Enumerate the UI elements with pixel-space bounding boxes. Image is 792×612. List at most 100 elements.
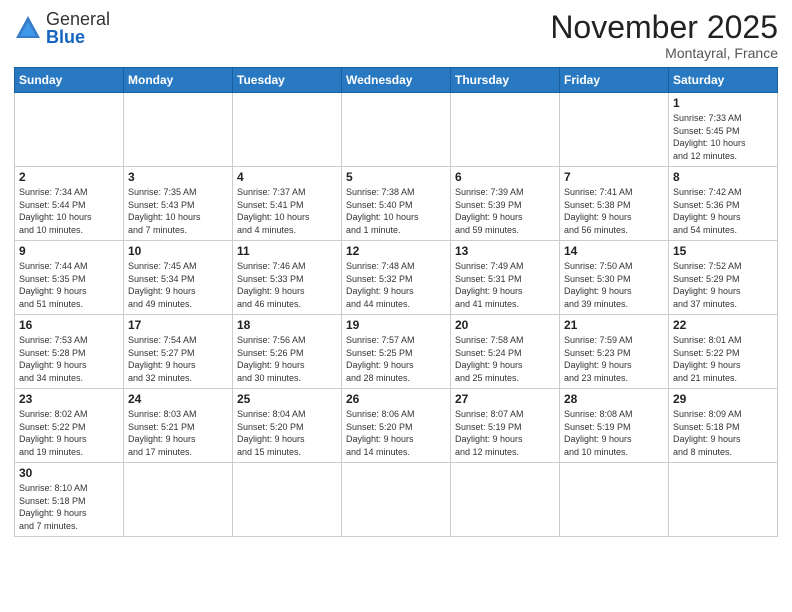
day-cell: 10Sunrise: 7:45 AM Sunset: 5:34 PM Dayli… bbox=[124, 241, 233, 315]
day-number: 6 bbox=[455, 170, 555, 184]
day-cell: 30 Sunrise: 8:10 AM Sunset: 5:18 PM Dayli… bbox=[15, 463, 124, 536]
day-number: 1 bbox=[673, 96, 773, 110]
day-number: 23 bbox=[19, 392, 119, 406]
day-cell bbox=[233, 93, 342, 167]
weekday-header-tuesday: Tuesday bbox=[233, 68, 342, 93]
title-block: November 2025 Montayral, France bbox=[550, 10, 778, 61]
day-cell: 7Sunrise: 7:41 AM Sunset: 5:38 PM Daylig… bbox=[560, 167, 669, 241]
day-cell: 18 Sunrise: 7:56 AM Sunset: 5:26 PM Dayli… bbox=[233, 315, 342, 389]
day-info: Sunrise: 7:33 AM Sunset: 5:45 PM Dayligh… bbox=[673, 112, 773, 162]
day-cell: 27 Sunrise: 8:07 AM Sunset: 5:19 PM Dayli… bbox=[451, 389, 560, 463]
day-cell bbox=[124, 463, 233, 536]
day-cell bbox=[342, 463, 451, 536]
page: General Blue November 2025 Montayral, Fr… bbox=[0, 0, 792, 612]
day-cell: 15 Sunrise: 7:52 AM Sunset: 5:29 PM Dayli… bbox=[669, 241, 778, 315]
day-cell bbox=[669, 463, 778, 536]
day-info: Sunrise: 8:03 AM Sunset: 5:21 PM Dayligh… bbox=[128, 408, 228, 458]
day-info: Sunrise: 7:50 AM Sunset: 5:30 PM Dayligh… bbox=[564, 260, 664, 310]
day-info: Sunrise: 7:46 AM Sunset: 5:33 PM Dayligh… bbox=[237, 260, 337, 310]
weekday-header-friday: Friday bbox=[560, 68, 669, 93]
day-info: Sunrise: 7:58 AM Sunset: 5:24 PM Dayligh… bbox=[455, 334, 555, 384]
day-info: Sunrise: 7:49 AM Sunset: 5:31 PM Dayligh… bbox=[455, 260, 555, 310]
day-number: 15 bbox=[673, 244, 773, 258]
day-cell: 21 Sunrise: 7:59 AM Sunset: 5:23 PM Dayli… bbox=[560, 315, 669, 389]
day-info: Sunrise: 7:35 AM Sunset: 5:43 PM Dayligh… bbox=[128, 186, 228, 236]
day-info: Sunrise: 7:45 AM Sunset: 5:34 PM Dayligh… bbox=[128, 260, 228, 310]
day-info: Sunrise: 8:10 AM Sunset: 5:18 PM Dayligh… bbox=[19, 482, 119, 532]
day-number: 17 bbox=[128, 318, 228, 332]
day-number: 20 bbox=[455, 318, 555, 332]
logo: General Blue bbox=[14, 10, 110, 46]
day-cell bbox=[451, 93, 560, 167]
day-info: Sunrise: 7:48 AM Sunset: 5:32 PM Dayligh… bbox=[346, 260, 446, 310]
day-cell: 2Sunrise: 7:34 AM Sunset: 5:44 PM Daylig… bbox=[15, 167, 124, 241]
week-row-2: 9Sunrise: 7:44 AM Sunset: 5:35 PM Daylig… bbox=[15, 241, 778, 315]
day-info: Sunrise: 7:59 AM Sunset: 5:23 PM Dayligh… bbox=[564, 334, 664, 384]
day-cell: 22Sunrise: 8:01 AM Sunset: 5:22 PM Dayli… bbox=[669, 315, 778, 389]
day-number: 5 bbox=[346, 170, 446, 184]
day-cell: 3 Sunrise: 7:35 AM Sunset: 5:43 PM Daylig… bbox=[124, 167, 233, 241]
day-info: Sunrise: 7:54 AM Sunset: 5:27 PM Dayligh… bbox=[128, 334, 228, 384]
day-info: Sunrise: 8:06 AM Sunset: 5:20 PM Dayligh… bbox=[346, 408, 446, 458]
day-info: Sunrise: 8:08 AM Sunset: 5:19 PM Dayligh… bbox=[564, 408, 664, 458]
day-number: 7 bbox=[564, 170, 664, 184]
day-number: 3 bbox=[128, 170, 228, 184]
day-info: Sunrise: 7:57 AM Sunset: 5:25 PM Dayligh… bbox=[346, 334, 446, 384]
day-cell bbox=[451, 463, 560, 536]
day-cell: 29 Sunrise: 8:09 AM Sunset: 5:18 PM Dayli… bbox=[669, 389, 778, 463]
day-info: Sunrise: 7:56 AM Sunset: 5:26 PM Dayligh… bbox=[237, 334, 337, 384]
day-cell: 11 Sunrise: 7:46 AM Sunset: 5:33 PM Dayli… bbox=[233, 241, 342, 315]
week-row-0: 1 Sunrise: 7:33 AM Sunset: 5:45 PM Daylig… bbox=[15, 93, 778, 167]
day-info: Sunrise: 7:39 AM Sunset: 5:39 PM Dayligh… bbox=[455, 186, 555, 236]
day-number: 29 bbox=[673, 392, 773, 406]
day-cell: 8 Sunrise: 7:42 AM Sunset: 5:36 PM Daylig… bbox=[669, 167, 778, 241]
day-cell: 25 Sunrise: 8:04 AM Sunset: 5:20 PM Dayli… bbox=[233, 389, 342, 463]
day-number: 21 bbox=[564, 318, 664, 332]
day-cell bbox=[342, 93, 451, 167]
day-cell: 5Sunrise: 7:38 AM Sunset: 5:40 PM Daylig… bbox=[342, 167, 451, 241]
day-info: Sunrise: 7:53 AM Sunset: 5:28 PM Dayligh… bbox=[19, 334, 119, 384]
day-cell: 26Sunrise: 8:06 AM Sunset: 5:20 PM Dayli… bbox=[342, 389, 451, 463]
day-info: Sunrise: 7:42 AM Sunset: 5:36 PM Dayligh… bbox=[673, 186, 773, 236]
day-cell: 6 Sunrise: 7:39 AM Sunset: 5:39 PM Daylig… bbox=[451, 167, 560, 241]
day-info: Sunrise: 8:09 AM Sunset: 5:18 PM Dayligh… bbox=[673, 408, 773, 458]
day-info: Sunrise: 7:52 AM Sunset: 5:29 PM Dayligh… bbox=[673, 260, 773, 310]
day-number: 18 bbox=[237, 318, 337, 332]
calendar: SundayMondayTuesdayWednesdayThursdayFrid… bbox=[14, 67, 778, 536]
day-cell: 19Sunrise: 7:57 AM Sunset: 5:25 PM Dayli… bbox=[342, 315, 451, 389]
day-info: Sunrise: 8:04 AM Sunset: 5:20 PM Dayligh… bbox=[237, 408, 337, 458]
week-row-1: 2Sunrise: 7:34 AM Sunset: 5:44 PM Daylig… bbox=[15, 167, 778, 241]
week-row-3: 16Sunrise: 7:53 AM Sunset: 5:28 PM Dayli… bbox=[15, 315, 778, 389]
day-cell: 1 Sunrise: 7:33 AM Sunset: 5:45 PM Daylig… bbox=[669, 93, 778, 167]
logo-text: General Blue bbox=[46, 10, 110, 46]
day-cell: 20 Sunrise: 7:58 AM Sunset: 5:24 PM Dayli… bbox=[451, 315, 560, 389]
day-cell: 17 Sunrise: 7:54 AM Sunset: 5:27 PM Dayli… bbox=[124, 315, 233, 389]
day-cell: 24Sunrise: 8:03 AM Sunset: 5:21 PM Dayli… bbox=[124, 389, 233, 463]
week-row-5: 30 Sunrise: 8:10 AM Sunset: 5:18 PM Dayli… bbox=[15, 463, 778, 536]
day-cell bbox=[560, 93, 669, 167]
day-cell: 16Sunrise: 7:53 AM Sunset: 5:28 PM Dayli… bbox=[15, 315, 124, 389]
day-cell bbox=[560, 463, 669, 536]
weekday-header-thursday: Thursday bbox=[451, 68, 560, 93]
weekday-header-saturday: Saturday bbox=[669, 68, 778, 93]
day-cell: 12Sunrise: 7:48 AM Sunset: 5:32 PM Dayli… bbox=[342, 241, 451, 315]
day-cell: 13 Sunrise: 7:49 AM Sunset: 5:31 PM Dayli… bbox=[451, 241, 560, 315]
day-number: 27 bbox=[455, 392, 555, 406]
day-cell: 23Sunrise: 8:02 AM Sunset: 5:22 PM Dayli… bbox=[15, 389, 124, 463]
day-info: Sunrise: 8:07 AM Sunset: 5:19 PM Dayligh… bbox=[455, 408, 555, 458]
weekday-header-monday: Monday bbox=[124, 68, 233, 93]
day-number: 13 bbox=[455, 244, 555, 258]
day-number: 4 bbox=[237, 170, 337, 184]
day-number: 30 bbox=[19, 466, 119, 480]
day-number: 25 bbox=[237, 392, 337, 406]
day-cell: 4Sunrise: 7:37 AM Sunset: 5:41 PM Daylig… bbox=[233, 167, 342, 241]
day-number: 22 bbox=[673, 318, 773, 332]
day-number: 11 bbox=[237, 244, 337, 258]
day-cell: 9Sunrise: 7:44 AM Sunset: 5:35 PM Daylig… bbox=[15, 241, 124, 315]
day-number: 8 bbox=[673, 170, 773, 184]
location: Montayral, France bbox=[550, 45, 778, 61]
day-info: Sunrise: 7:34 AM Sunset: 5:44 PM Dayligh… bbox=[19, 186, 119, 236]
day-cell bbox=[15, 93, 124, 167]
week-row-4: 23Sunrise: 8:02 AM Sunset: 5:22 PM Dayli… bbox=[15, 389, 778, 463]
month-title: November 2025 bbox=[550, 10, 778, 45]
